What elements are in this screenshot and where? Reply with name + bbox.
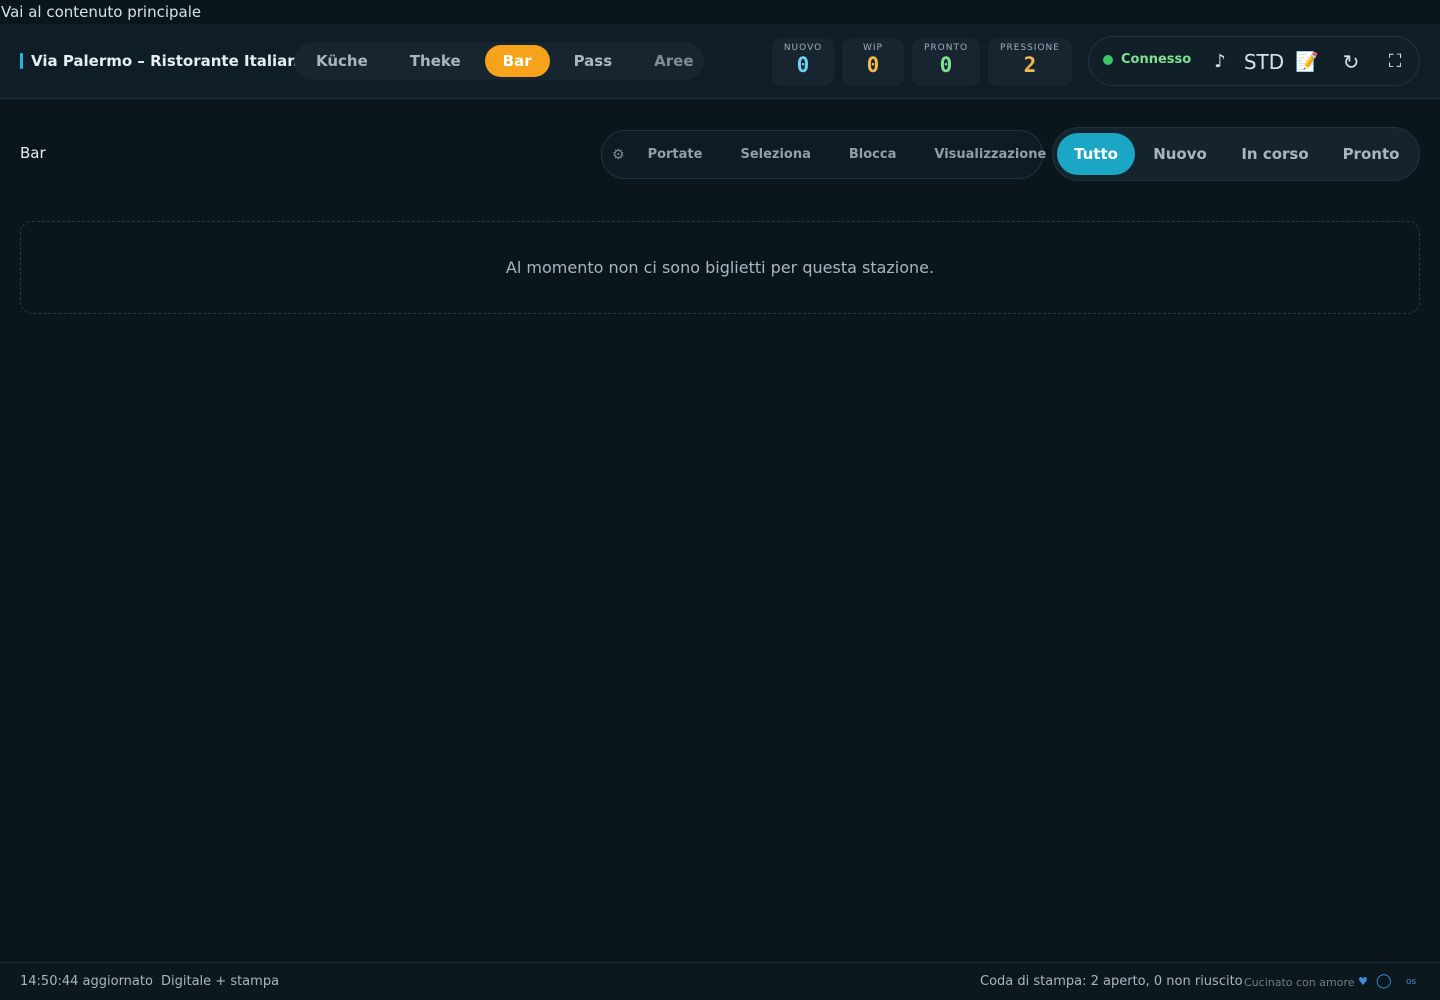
- page-title: Bar: [20, 144, 46, 162]
- filter-nuovo[interactable]: Nuovo: [1147, 133, 1213, 175]
- mode-std-button[interactable]: STD: [1243, 49, 1285, 75]
- refresh-icon[interactable]: ↻: [1339, 49, 1363, 75]
- portate-button[interactable]: Portate: [648, 147, 703, 162]
- visualizzazione-button[interactable]: Visualizzazione: [934, 147, 1046, 162]
- kpi-pressione-label: PRESSIONE: [1000, 43, 1060, 53]
- kpi-nuovo: NUOVO 0: [772, 38, 834, 86]
- restaurant-title: Via Palermo – Ristorante Italiano: [31, 52, 309, 70]
- station-tab-pass[interactable]: Pass: [556, 45, 631, 77]
- skip-to-content-link[interactable]: Vai al contenuto principale: [0, 0, 201, 24]
- kpi-wip: WIP 0: [842, 38, 904, 86]
- output-mode: Digitale + stampa: [161, 974, 280, 989]
- sound-toggle-icon[interactable]: ♪: [1209, 49, 1231, 75]
- circle-icon[interactable]: ◯: [1376, 973, 1392, 989]
- last-updated-label: aggiornato: [82, 974, 153, 989]
- os-badge: os: [1406, 977, 1417, 987]
- connection-status: Connesso: [1103, 52, 1191, 67]
- kpi-nuovo-label: NUOVO: [783, 43, 823, 53]
- fullscreen-icon[interactable]: ⛶: [1383, 49, 1407, 75]
- kpi-nuovo-value: 0: [796, 53, 810, 77]
- station-tab-aree[interactable]: Aree: [636, 45, 711, 77]
- kpi-pressione-value: 2: [1023, 53, 1037, 77]
- filter-pronto[interactable]: Pronto: [1335, 133, 1407, 175]
- kpi-pronto-value: 0: [939, 53, 953, 77]
- gear-icon[interactable]: ⚙: [612, 147, 625, 163]
- seleziona-button[interactable]: Seleziona: [740, 147, 810, 162]
- connection-dot-icon: [1103, 54, 1113, 65]
- notes-icon[interactable]: 📝: [1293, 49, 1321, 75]
- empty-tickets-panel: Al momento non ci sono biglietti per que…: [20, 221, 1420, 314]
- last-updated-time: 14:50:44: [20, 974, 79, 989]
- kpi-pronto: PRONTO 0: [912, 38, 980, 86]
- filter-tutto[interactable]: Tutto: [1057, 133, 1135, 175]
- filter-in-corso[interactable]: In corso: [1233, 133, 1317, 175]
- station-tab-bar[interactable]: Bar: [484, 45, 550, 77]
- station-tab-kueche[interactable]: Küche: [298, 45, 386, 77]
- tools-toolbar: ⚙ Portate Seleziona Blocca Visualizzazio…: [601, 130, 1046, 179]
- kpi-wip-value: 0: [866, 53, 880, 77]
- kpi-pronto-label: PRONTO: [923, 43, 969, 53]
- top-bar: Via Palermo – Ristorante Italiano Küche …: [0, 24, 1440, 99]
- brand-accent-bar: [20, 53, 23, 69]
- blocca-button[interactable]: Blocca: [849, 147, 896, 162]
- last-updated: 14:50:44 aggiornato: [20, 974, 153, 989]
- brand: Via Palermo – Ristorante Italiano: [20, 52, 308, 70]
- print-queue-status: Coda di stampa: 2 aperto, 0 non riuscito: [980, 974, 1243, 989]
- station-tab-theke[interactable]: Theke: [392, 45, 479, 77]
- kpi-wip-label: WIP: [863, 43, 883, 53]
- station-tabs: Küche Theke Bar Pass Aree: [294, 42, 704, 80]
- heart-icon: ♥: [1358, 975, 1368, 988]
- status-footer: 14:50:44 aggiornato Digitale + stampa Co…: [0, 962, 1440, 1000]
- made-with-love: Cucinato con amore: [1244, 976, 1355, 989]
- empty-tickets-message: Al momento non ci sono biglietti per que…: [505, 258, 935, 277]
- kpi-pressione: PRESSIONE 2: [988, 38, 1072, 86]
- connection-label: Connesso: [1121, 52, 1192, 67]
- status-cluster: Connesso ♪ STD 📝 ↻ ⛶: [1088, 36, 1420, 86]
- status-filter: Tutto Nuovo In corso Pronto: [1052, 127, 1420, 181]
